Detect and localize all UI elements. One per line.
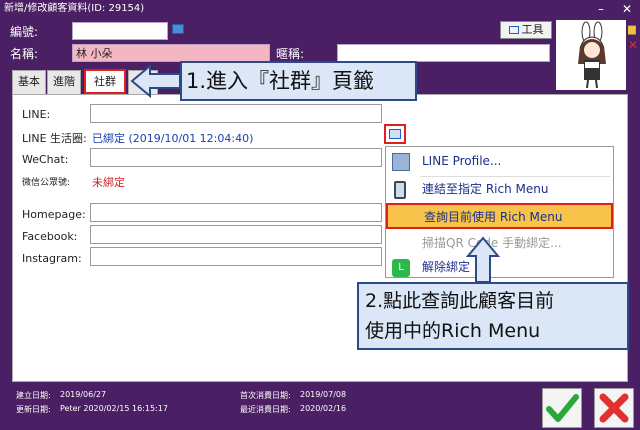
line-menu-button[interactable] [384, 124, 406, 144]
phone-icon [394, 181, 406, 199]
step2-line1: 2.點此查詢此顧客目前 [365, 290, 555, 312]
wechat-input[interactable] [90, 148, 382, 167]
line-group-label: LINE 生活圈: [22, 132, 87, 145]
folder-icon[interactable]: ▆ [628, 24, 636, 35]
menu-item-label: 解除綁定 [422, 260, 471, 274]
id-input[interactable] [72, 22, 168, 40]
line-group-status: 已綁定 (2019/10/01 12:04:40) [92, 132, 254, 145]
first-purchase-label: 首次消費日期: [240, 391, 291, 400]
ok-button[interactable] [542, 388, 582, 428]
list-icon [389, 129, 401, 139]
tools-button-label: 工具 [521, 23, 544, 36]
wechat-oa-status: 未綁定 [92, 176, 125, 189]
line-icon: L [392, 259, 410, 277]
close-window-button[interactable]: ✕ [616, 0, 638, 18]
cross-icon [599, 393, 629, 423]
menu-item-label: 查詢目前使用 Rich Menu [424, 210, 563, 224]
facebook-label: Facebook: [22, 230, 78, 243]
avatar[interactable] [556, 20, 626, 90]
homepage-label: Homepage: [22, 208, 86, 221]
wechat-label: WeChat: [22, 153, 69, 166]
step2-callout: 2.點此查詢此顧客目前 使用中的Rich Menu [357, 282, 629, 350]
id-lookup-icon[interactable] [172, 24, 184, 34]
name-input[interactable]: 林 小朵 [72, 44, 270, 62]
menu-item-line-profile[interactable]: LINE Profile... [386, 149, 613, 175]
id-label: 編號: [10, 25, 39, 39]
step1-callout: 1.進入『社群』頁籤 [180, 61, 417, 101]
window-title: 新增/修改顧客資料(ID: 29154) [0, 0, 640, 18]
minimize-button[interactable]: – [590, 0, 612, 18]
last-purchase-label: 最近消費日期: [240, 405, 291, 414]
tab-advanced[interactable]: 進階 [47, 70, 81, 94]
line-input[interactable] [90, 104, 382, 123]
nickname-input[interactable] [337, 44, 550, 62]
menu-item-link-rich-menu[interactable]: 連結至指定 Rich Menu [386, 177, 613, 203]
nickname-label: 暱稱: [276, 47, 305, 61]
remove-photo-icon[interactable]: ✕ [628, 38, 638, 52]
step2-line2: 使用中的Rich Menu [365, 320, 541, 342]
created-date-value: 2019/06/27 [60, 390, 107, 399]
updated-date-label: 更新日期: [16, 405, 51, 414]
instagram-label: Instagram: [22, 252, 82, 265]
homepage-input[interactable] [90, 203, 382, 222]
menu-item-label: LINE Profile... [422, 154, 502, 168]
last-purchase-value: 2020/02/16 [300, 404, 347, 413]
first-purchase-value: 2019/07/08 [300, 390, 347, 399]
menu-item-query-rich-menu[interactable]: 查詢目前使用 Rich Menu [386, 203, 613, 229]
cancel-button[interactable] [594, 388, 634, 428]
facebook-input[interactable] [90, 225, 382, 244]
instagram-input[interactable] [90, 247, 382, 266]
avatar-image-icon [578, 21, 606, 89]
updated-date-value: Peter 2020/02/15 16:15:17 [60, 404, 168, 413]
tab-social[interactable]: 社群 [84, 69, 126, 94]
tools-button[interactable]: 工具 [500, 21, 552, 39]
arrow-left-icon [130, 64, 181, 98]
name-label: 名稱: [10, 47, 39, 61]
menu-item-label: 連結至指定 Rich Menu [422, 182, 549, 196]
check-icon [546, 394, 579, 422]
toolbox-icon [508, 26, 519, 34]
line-label: LINE: [22, 108, 51, 121]
arrow-up-icon [466, 236, 500, 283]
wechat-oa-label: 微信公眾號: [22, 178, 71, 188]
profile-icon [392, 153, 410, 171]
created-date-label: 建立日期: [16, 391, 51, 400]
tab-basic[interactable]: 基本 [12, 70, 46, 94]
